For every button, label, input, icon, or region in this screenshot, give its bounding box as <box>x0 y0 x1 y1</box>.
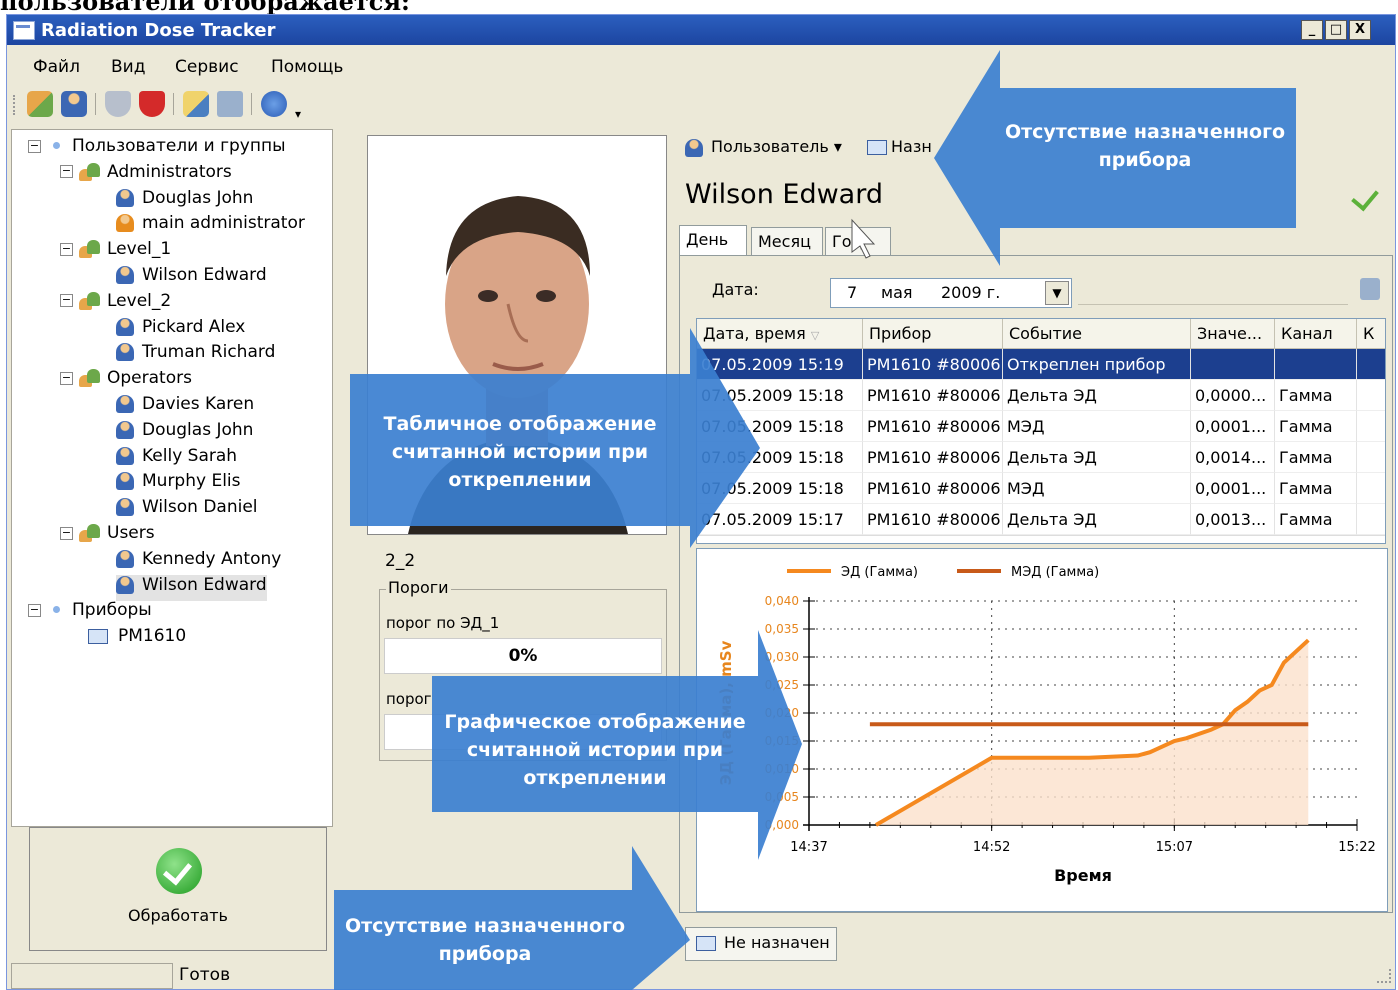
callout-text-top: Отсутствие назначенного прибора <box>1004 121 1286 171</box>
callout-text-table: Табличное отображение считанной истории … <box>383 413 657 491</box>
callout-text-chart: Графическое отображение считанной истори… <box>444 711 746 789</box>
mouse-cursor-icon <box>851 218 876 259</box>
callout-text-bottom: Отсутствие назначенного прибора <box>344 915 626 965</box>
